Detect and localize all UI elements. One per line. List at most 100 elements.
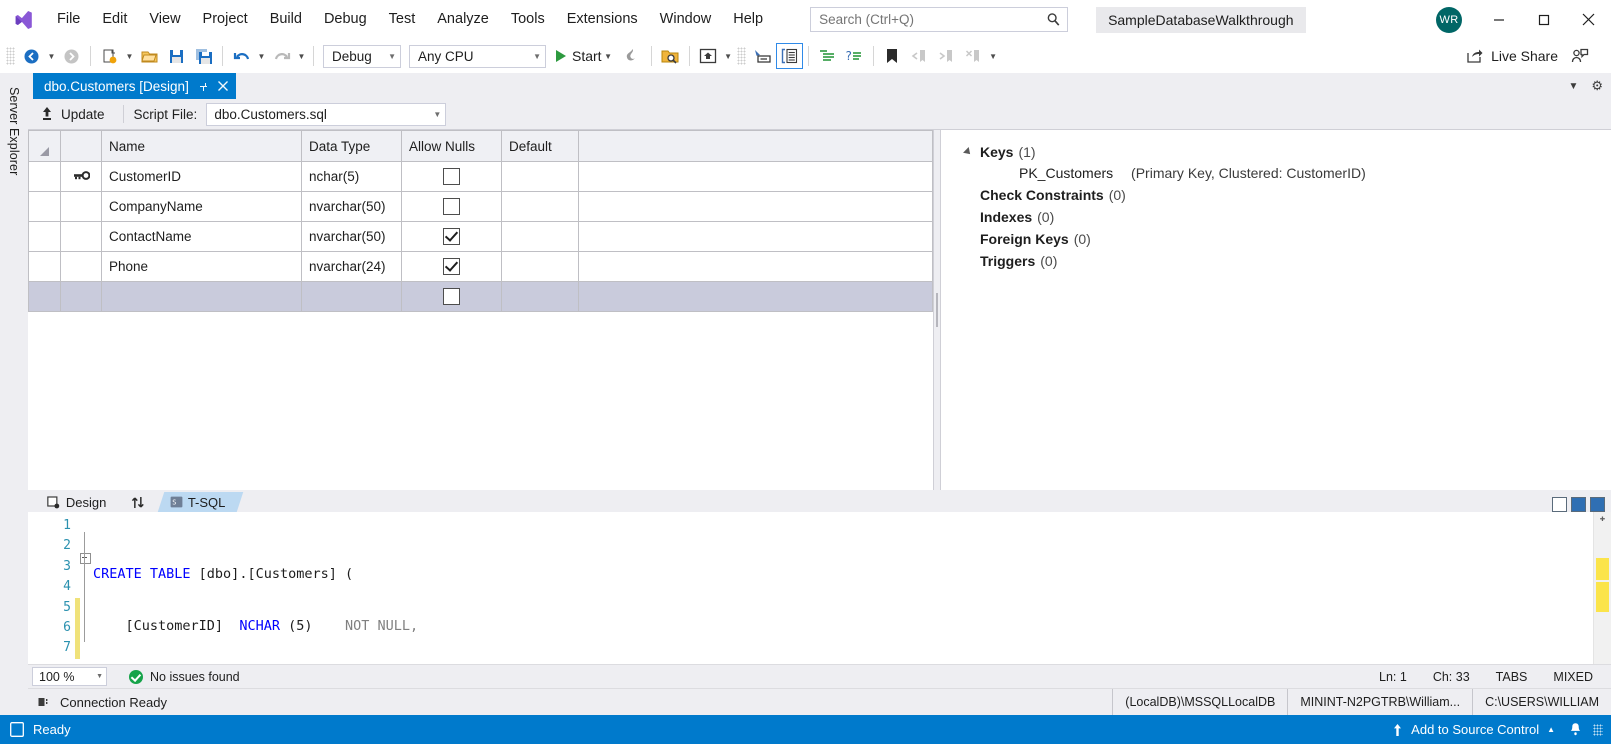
open-file-icon[interactable] (136, 43, 163, 69)
navigate-back-dropdown[interactable]: ▼ (45, 44, 58, 68)
cell-data-type[interactable]: nvarchar(50) (302, 222, 402, 252)
search-box[interactable] (810, 7, 1068, 32)
notifications-button[interactable] (1562, 722, 1589, 737)
properties-group-triggers[interactable]: Triggers (0) (965, 253, 1611, 269)
attach-icon[interactable] (749, 43, 776, 69)
menu-help[interactable]: Help (722, 0, 774, 39)
configuration-dropdown[interactable]: Debug ▼ (323, 45, 401, 68)
menu-extensions[interactable]: Extensions (556, 0, 649, 39)
redo-icon[interactable] (268, 43, 295, 69)
pin-icon[interactable] (198, 81, 209, 92)
gear-icon[interactable]: ⚙ (1591, 78, 1603, 94)
script-file-dropdown[interactable]: dbo.Customers.sql ▼ (206, 103, 446, 126)
add-to-source-control-button[interactable]: Add to Source Control ▲ (1384, 722, 1562, 737)
properties-item-pk-customers[interactable]: PK_Customers (Primary Key, Clustered: Cu… (1019, 165, 1611, 181)
chevron-down-icon[interactable]: ▼ (1568, 81, 1578, 92)
new-item-dropdown[interactable]: ▼ (123, 44, 136, 68)
hot-reload-icon[interactable] (619, 43, 646, 69)
preview-icon[interactable] (695, 43, 722, 69)
column-header-data-type[interactable]: Data Type (302, 131, 402, 162)
tab-swap-panes[interactable] (119, 492, 162, 512)
row-selector[interactable] (29, 252, 61, 282)
toolbar-overflow[interactable]: ▼ (987, 44, 1000, 68)
document-tab-dbo-customers[interactable]: dbo.Customers [Design] (33, 73, 236, 99)
column-header-name[interactable]: Name (102, 131, 302, 162)
zoom-level-dropdown[interactable]: 100 % ▼ (32, 667, 107, 686)
tab-design[interactable]: Design (35, 492, 124, 512)
fold-column[interactable] (80, 516, 93, 612)
table-row[interactable]: ContactName nvarchar(50) (29, 222, 933, 252)
start-dropdown[interactable]: ▼ (602, 44, 615, 68)
save-all-icon[interactable] (190, 43, 217, 69)
redo-dropdown[interactable]: ▼ (295, 44, 308, 68)
column-header-default[interactable]: Default (502, 131, 579, 162)
row-selector[interactable] (29, 162, 61, 192)
menu-window[interactable]: Window (649, 0, 723, 39)
undo-dropdown[interactable]: ▼ (255, 44, 268, 68)
allow-nulls-checkbox[interactable] (443, 288, 460, 305)
cell-column-name[interactable]: ContactName (102, 222, 302, 252)
allow-nulls-checkbox[interactable] (443, 258, 460, 275)
preview-dropdown[interactable]: ▼ (722, 44, 735, 68)
properties-group-keys[interactable]: Keys (1) (965, 144, 1611, 160)
resize-grip[interactable] (1593, 724, 1603, 736)
properties-group-indexes[interactable]: Indexes (0) (965, 209, 1611, 225)
comment-selection-icon[interactable] (814, 43, 841, 69)
solution-explorer-icon[interactable] (776, 43, 803, 69)
properties-group-foreign-keys[interactable]: Foreign Keys (0) (965, 231, 1611, 247)
platform-dropdown[interactable]: Any CPU ▼ (409, 45, 546, 68)
split-vertical-icon[interactable] (1571, 497, 1586, 512)
minimize-button[interactable] (1476, 0, 1521, 39)
tab-tsql[interactable]: S T-SQL (158, 492, 243, 512)
menu-tools[interactable]: Tools (500, 0, 556, 39)
avatar[interactable]: WR (1436, 7, 1462, 33)
live-share-session-icon[interactable] (1566, 43, 1593, 69)
sidebar-item-server-explorer[interactable]: Server Explorer (3, 81, 25, 715)
cell-data-type[interactable]: nvarchar(24) (302, 252, 402, 282)
table-row[interactable]: Phone nvarchar(24) (29, 252, 933, 282)
allow-nulls-checkbox[interactable] (443, 228, 460, 245)
cell-allow-nulls[interactable] (402, 192, 502, 222)
toolbar-grip[interactable] (737, 47, 746, 65)
menu-analyze[interactable]: Analyze (426, 0, 500, 39)
table-row[interactable]: CustomerID nchar(5) (29, 162, 933, 192)
navigate-back-icon[interactable] (18, 43, 45, 69)
properties-group-check-constraints[interactable]: Check Constraints (0) (965, 187, 1611, 203)
allow-nulls-checkbox[interactable] (443, 168, 460, 185)
search-input[interactable] (817, 11, 1046, 28)
toolbar-grip[interactable] (6, 47, 15, 65)
cell-default[interactable] (502, 162, 579, 192)
table-row-new[interactable] (29, 282, 933, 312)
undo-icon[interactable] (228, 43, 255, 69)
table-row[interactable]: CompanyName nvarchar(50) (29, 192, 933, 222)
column-header-allow-nulls[interactable]: Allow Nulls (402, 131, 502, 162)
save-icon[interactable] (163, 43, 190, 69)
code-editor[interactable]: 1 2 3 4 5 6 7 (28, 512, 1611, 664)
cell-allow-nulls[interactable] (402, 282, 502, 312)
find-in-files-icon[interactable] (657, 43, 684, 69)
menu-debug[interactable]: Debug (313, 0, 378, 39)
fold-toggle-icon[interactable] (80, 553, 91, 564)
uncomment-selection-icon[interactable]: ? (841, 43, 868, 69)
cell-column-name[interactable] (102, 282, 302, 312)
expand-icon[interactable] (1590, 497, 1605, 512)
cell-column-name[interactable]: Phone (102, 252, 302, 282)
scroll-up-icon[interactable]: ✚ (1594, 512, 1611, 526)
live-share-button[interactable]: Live Share (1458, 43, 1566, 69)
cell-data-type[interactable] (302, 282, 402, 312)
start-button[interactable]: Start ▼ (550, 44, 619, 68)
cell-column-name[interactable]: CompanyName (102, 192, 302, 222)
close-button[interactable] (1566, 0, 1611, 39)
row-selector[interactable] (29, 222, 61, 252)
cell-default[interactable] (502, 252, 579, 282)
expander-triangle-icon[interactable] (963, 147, 973, 157)
menu-test[interactable]: Test (378, 0, 427, 39)
cell-default[interactable] (502, 282, 579, 312)
menu-project[interactable]: Project (192, 0, 259, 39)
bookmark-icon[interactable] (879, 43, 906, 69)
close-icon[interactable] (218, 81, 228, 91)
select-all-corner[interactable] (29, 131, 61, 162)
allow-nulls-checkbox[interactable] (443, 198, 460, 215)
menu-view[interactable]: View (138, 0, 191, 39)
menu-build[interactable]: Build (259, 0, 313, 39)
